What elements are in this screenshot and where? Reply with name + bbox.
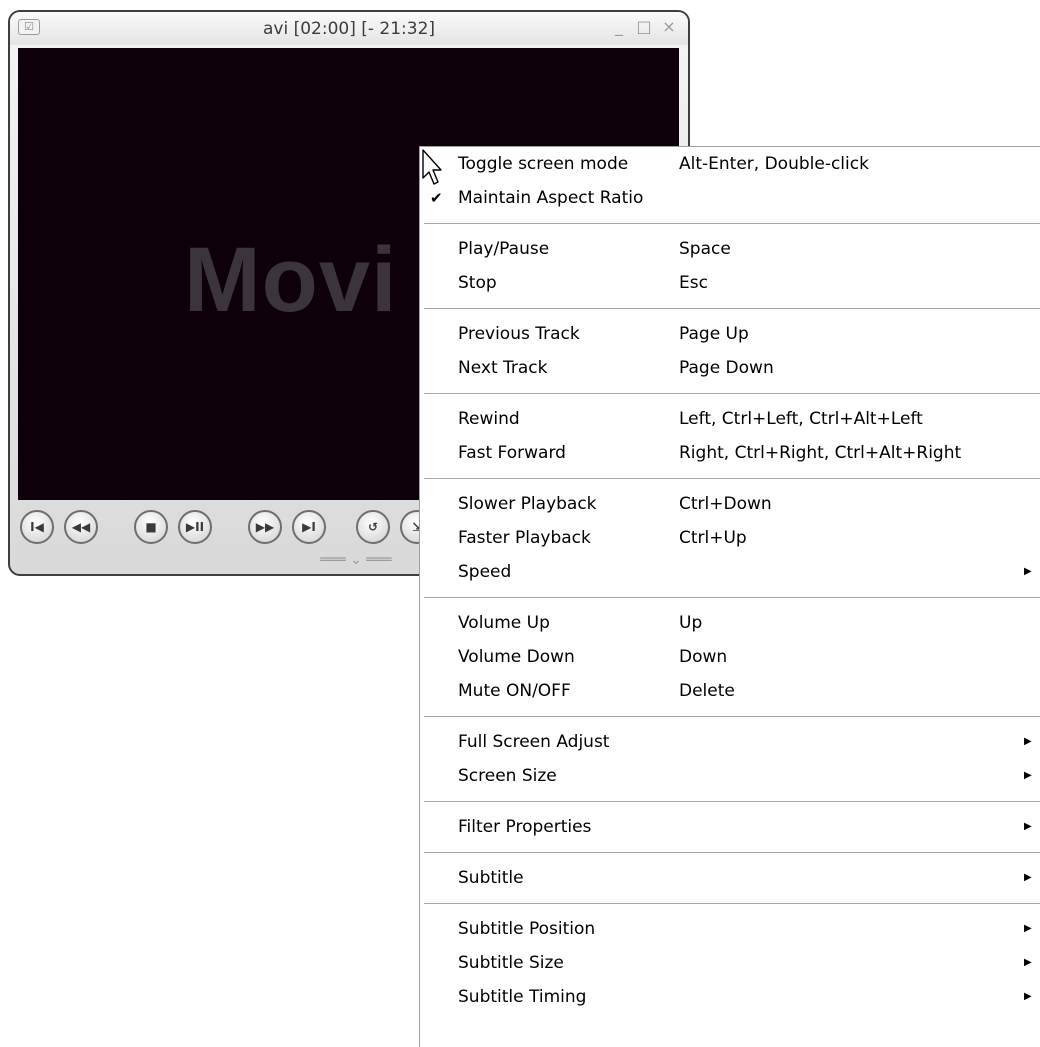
menu-item-speed[interactable]: Speed ▶ xyxy=(420,555,1040,589)
menu-item-label: Toggle screen mode xyxy=(458,154,629,174)
menu-separator xyxy=(424,716,1040,717)
menu-item-label: Subtitle Size xyxy=(458,953,564,973)
menu-separator xyxy=(424,393,1040,394)
submenu-arrow-icon: ▶ xyxy=(1024,770,1032,781)
menu-item-shortcut: Esc xyxy=(679,273,708,293)
maximize-icon[interactable]: □ xyxy=(635,18,653,36)
menu-item-full-screen-adjust[interactable]: Full Screen Adjust ▶ xyxy=(420,725,1040,759)
next-track-button[interactable]: ▶I xyxy=(292,510,326,544)
menu-item-toggle-screen-mode[interactable]: Toggle screen mode Alt-Enter, Double-clic… xyxy=(420,147,1040,181)
submenu-arrow-icon: ▶ xyxy=(1024,821,1032,832)
menu-item-label: Volume Up xyxy=(458,613,550,633)
menu-item-label: Subtitle Timing xyxy=(458,987,587,1007)
menu-item-fast-forward[interactable]: Fast Forward Right, Ctrl+Right, Ctrl+Alt+… xyxy=(420,436,1040,470)
menu-item-label: Volume Down xyxy=(458,647,575,667)
menu-separator xyxy=(424,308,1040,309)
menu-item-volume-up[interactable]: Volume Up Up xyxy=(420,606,1040,640)
menu-item-shortcut: Space xyxy=(679,239,731,259)
window-buttons: _ □ × xyxy=(610,18,678,36)
menu-item-label: Mute ON/OFF xyxy=(458,681,571,701)
menu-item-mute-on-off[interactable]: Mute ON/OFF Delete xyxy=(420,674,1040,708)
menu-item-subtitle-timing[interactable]: Subtitle Timing ▶ xyxy=(420,980,1040,1014)
mouse-cursor-icon xyxy=(422,149,442,185)
menu-item-label: Full Screen Adjust xyxy=(458,732,610,752)
video-overlay-text: Movi xyxy=(184,229,398,331)
menu-item-shortcut: Page Down xyxy=(679,358,774,378)
menu-item-label: Subtitle xyxy=(458,868,524,888)
resize-grip-icon[interactable]: ═══ ⌄ ═══ xyxy=(286,553,426,567)
menu-item-shortcut: Left, Ctrl+Left, Ctrl+Alt+Left xyxy=(679,409,923,429)
menu-separator xyxy=(424,597,1040,598)
menu-item-next-track[interactable]: Next Track Page Down xyxy=(420,351,1040,385)
fast-forward-button[interactable]: ▶▶ xyxy=(248,510,282,544)
menu-item-subtitle[interactable]: Subtitle ▶ xyxy=(420,861,1040,895)
menu-item-play-pause[interactable]: Play/Pause Space xyxy=(420,232,1040,266)
menu-item-label: Screen Size xyxy=(458,766,557,786)
close-icon[interactable]: × xyxy=(660,18,678,36)
submenu-arrow-icon: ▶ xyxy=(1024,872,1032,883)
menu-item-label: Stop xyxy=(458,273,497,293)
menu-item-shortcut: Down xyxy=(679,647,728,667)
context-menu: Toggle screen mode Alt-Enter, Double-clic… xyxy=(419,146,1040,1047)
menu-separator xyxy=(424,478,1040,479)
menu-item-label: Rewind xyxy=(458,409,520,429)
repeat-button[interactable]: ↺ xyxy=(356,510,390,544)
menu-item-label: Previous Track xyxy=(458,324,580,344)
menu-item-label: Speed xyxy=(458,562,512,582)
menu-item-maintain-aspect-ratio[interactable]: ✔ Maintain Aspect Ratio xyxy=(420,181,1040,215)
menu-item-shortcut: Delete xyxy=(679,681,735,701)
menu-item-slower-playback[interactable]: Slower Playback Ctrl+Down xyxy=(420,487,1040,521)
minimize-icon[interactable]: _ xyxy=(610,18,628,36)
menu-item-previous-track[interactable]: Previous Track Page Up xyxy=(420,317,1040,351)
menu-item-faster-playback[interactable]: Faster Playback Ctrl+Up xyxy=(420,521,1040,555)
window-title: avi [02:00] [- 21:32] xyxy=(262,19,436,39)
menu-item-screen-size[interactable]: Screen Size ▶ xyxy=(420,759,1040,793)
menu-item-label: Fast Forward xyxy=(458,443,566,463)
menu-item-stop[interactable]: Stop Esc xyxy=(420,266,1040,300)
menu-item-volume-down[interactable]: Volume Down Down xyxy=(420,640,1040,674)
menu-item-shortcut: Ctrl+Down xyxy=(679,494,772,514)
menu-separator xyxy=(424,852,1040,853)
menu-item-label: Filter Properties xyxy=(458,817,592,837)
menu-item-label: Next Track xyxy=(458,358,548,378)
menu-item-shortcut: Right, Ctrl+Right, Ctrl+Alt+Right xyxy=(679,443,962,463)
menu-item-shortcut: Page Up xyxy=(679,324,749,344)
submenu-arrow-icon: ▶ xyxy=(1024,991,1032,1002)
menu-item-label: Subtitle Position xyxy=(458,919,596,939)
menu-item-label: Slower Playback xyxy=(458,494,597,514)
submenu-arrow-icon: ▶ xyxy=(1024,923,1032,934)
menu-item-subtitle-size[interactable]: Subtitle Size ▶ xyxy=(420,946,1040,980)
menu-separator xyxy=(424,223,1040,224)
menu-item-label: Maintain Aspect Ratio xyxy=(458,188,644,208)
menu-item-filter-properties[interactable]: Filter Properties ▶ xyxy=(420,810,1040,844)
title-bar[interactable]: ☑ avi [02:00] [- 21:32] _ □ × xyxy=(10,12,688,45)
submenu-arrow-icon: ▶ xyxy=(1024,736,1032,747)
menu-separator xyxy=(424,801,1040,802)
menu-item-shortcut: Up xyxy=(679,613,703,633)
previous-track-button[interactable]: I◀ xyxy=(20,510,54,544)
submenu-arrow-icon: ▶ xyxy=(1024,566,1032,577)
menu-item-label: Faster Playback xyxy=(458,528,591,548)
menu-item-rewind[interactable]: Rewind Left, Ctrl+Left, Ctrl+Alt+Left xyxy=(420,402,1040,436)
rewind-button[interactable]: ◀◀ xyxy=(64,510,98,544)
submenu-arrow-icon: ▶ xyxy=(1024,957,1032,968)
menu-separator xyxy=(424,903,1040,904)
menu-item-shortcut: Ctrl+Up xyxy=(679,528,747,548)
stop-button[interactable]: ■ xyxy=(134,510,168,544)
menu-item-subtitle-position[interactable]: Subtitle Position ▶ xyxy=(420,912,1040,946)
menu-item-shortcut: Alt-Enter, Double-click xyxy=(679,154,869,174)
menu-item-label: Play/Pause xyxy=(458,239,550,259)
play-pause-button[interactable]: ▶II xyxy=(178,510,212,544)
